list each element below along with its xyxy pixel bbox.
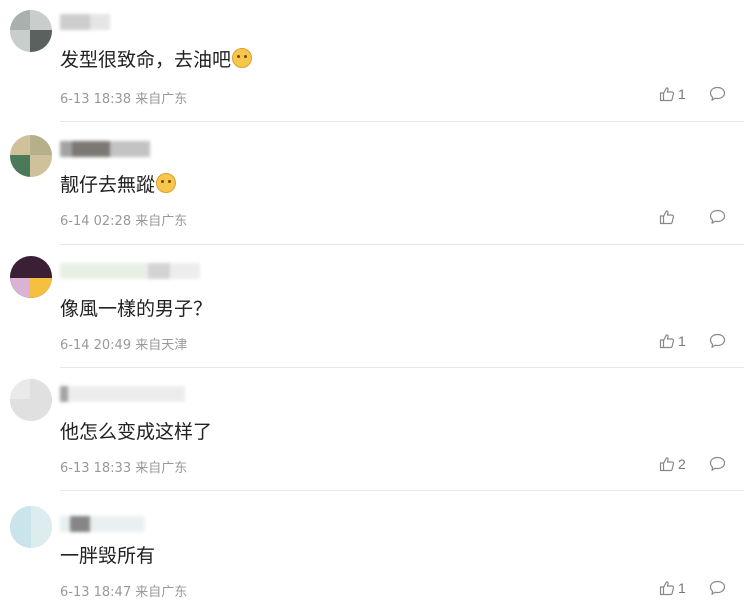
avatar[interactable]: [10, 506, 52, 548]
divider: [60, 490, 744, 491]
divider: [60, 244, 744, 245]
comment-meta: 6-14 20:49 来自天津: [60, 334, 187, 353]
comment-text: 发型很致命，去油吧: [60, 48, 253, 72]
avatar[interactable]: [10, 135, 52, 177]
like-button[interactable]: 1: [659, 580, 689, 596]
like-button[interactable]: 1: [659, 333, 689, 349]
divider: [60, 121, 744, 122]
comment-bubble-icon: [709, 580, 726, 596]
comment-actions: 2: [659, 456, 726, 472]
comment-text-content: 一胖毁所有: [60, 545, 156, 567]
like-count: 2: [678, 456, 686, 472]
comment-text: 像風一樣的男子？: [60, 297, 212, 321]
like-count: 1: [678, 333, 686, 349]
comment-location: 来自广东: [135, 461, 188, 476]
like-button[interactable]: [659, 209, 689, 225]
comment-bubble-icon: [709, 333, 726, 349]
comment-time: 6-14 02:28: [60, 214, 132, 229]
like-count: 1: [678, 86, 686, 102]
comment-text-content: 他怎么变成这样了: [60, 421, 213, 443]
thumbs-up-icon: [659, 333, 675, 349]
comment-item: 靓仔去無蹤 6-14 02:28 来自广东: [0, 123, 744, 245]
avatar[interactable]: [10, 10, 52, 52]
comment-bubble-icon: [709, 456, 726, 472]
reply-button[interactable]: [709, 456, 726, 472]
comment-text-content: 像風一樣的男子？: [60, 298, 213, 320]
username-redacted[interactable]: [60, 14, 110, 30]
thumbs-up-icon: [659, 456, 675, 472]
comment-time: 6-13 18:47: [60, 585, 132, 600]
username-redacted[interactable]: [60, 516, 145, 532]
username-redacted[interactable]: [60, 141, 150, 157]
comment-time: 6-13 18:38: [60, 92, 132, 107]
reply-button[interactable]: [709, 580, 726, 596]
comment-location: 来自广东: [135, 585, 188, 600]
comment-text: 一胖毁所有: [60, 544, 155, 568]
username-redacted[interactable]: [60, 386, 185, 402]
comment-text: 他怎么变成这样了: [60, 420, 212, 444]
comment-item: 一胖毁所有 6-13 18:47 来自广东 1: [0, 492, 744, 614]
divider: [60, 367, 744, 368]
avatar[interactable]: [10, 256, 52, 298]
comment-text-content: 靓仔去無蹤: [60, 174, 156, 196]
comment-location: 来自广东: [135, 214, 188, 229]
like-count: 1: [678, 580, 686, 596]
username-redacted[interactable]: [60, 263, 200, 279]
comment-item: 像風一樣的男子？ 6-14 20:49 来自天津 1: [0, 246, 744, 368]
reply-button[interactable]: [709, 333, 726, 349]
comment-item: 他怎么变成这样了 6-13 18:33 来自广东 2: [0, 369, 744, 491]
comment-time: 6-14 20:49: [60, 338, 132, 353]
like-button[interactable]: 1: [659, 86, 689, 102]
comment-meta: 6-14 02:28 来自广东: [60, 210, 187, 229]
like-button[interactable]: 2: [659, 456, 689, 472]
comment-meta: 6-13 18:38 来自广东: [60, 88, 187, 107]
comment-location: 来自天津: [135, 338, 188, 353]
reply-button[interactable]: [709, 209, 726, 225]
thumbs-up-icon: [659, 580, 675, 596]
comment-meta: 6-13 18:47 来自广东: [60, 581, 187, 600]
comment-time: 6-13 18:33: [60, 461, 132, 476]
thumbs-up-icon: [659, 209, 675, 225]
comment-actions: 1: [659, 580, 726, 596]
comment-actions: [659, 209, 726, 225]
comment-text: 靓仔去無蹤: [60, 173, 177, 197]
comment-bubble-icon: [709, 86, 726, 102]
emoji-icon: [232, 48, 253, 68]
comment-location: 来自广东: [135, 92, 188, 107]
comment-actions: 1: [659, 333, 726, 349]
comment-item: 发型很致命，去油吧 6-13 18:38 来自广东 1: [0, 0, 744, 122]
comment-meta: 6-13 18:33 来自广东: [60, 457, 187, 476]
avatar[interactable]: [10, 379, 52, 421]
comment-bubble-icon: [709, 209, 726, 225]
reply-button[interactable]: [709, 86, 726, 102]
thumbs-up-icon: [659, 86, 675, 102]
comment-actions: 1: [659, 86, 726, 102]
comment-text-content: 发型很致命，去油吧: [60, 49, 232, 71]
laughing-emoji-icon: [156, 173, 177, 193]
